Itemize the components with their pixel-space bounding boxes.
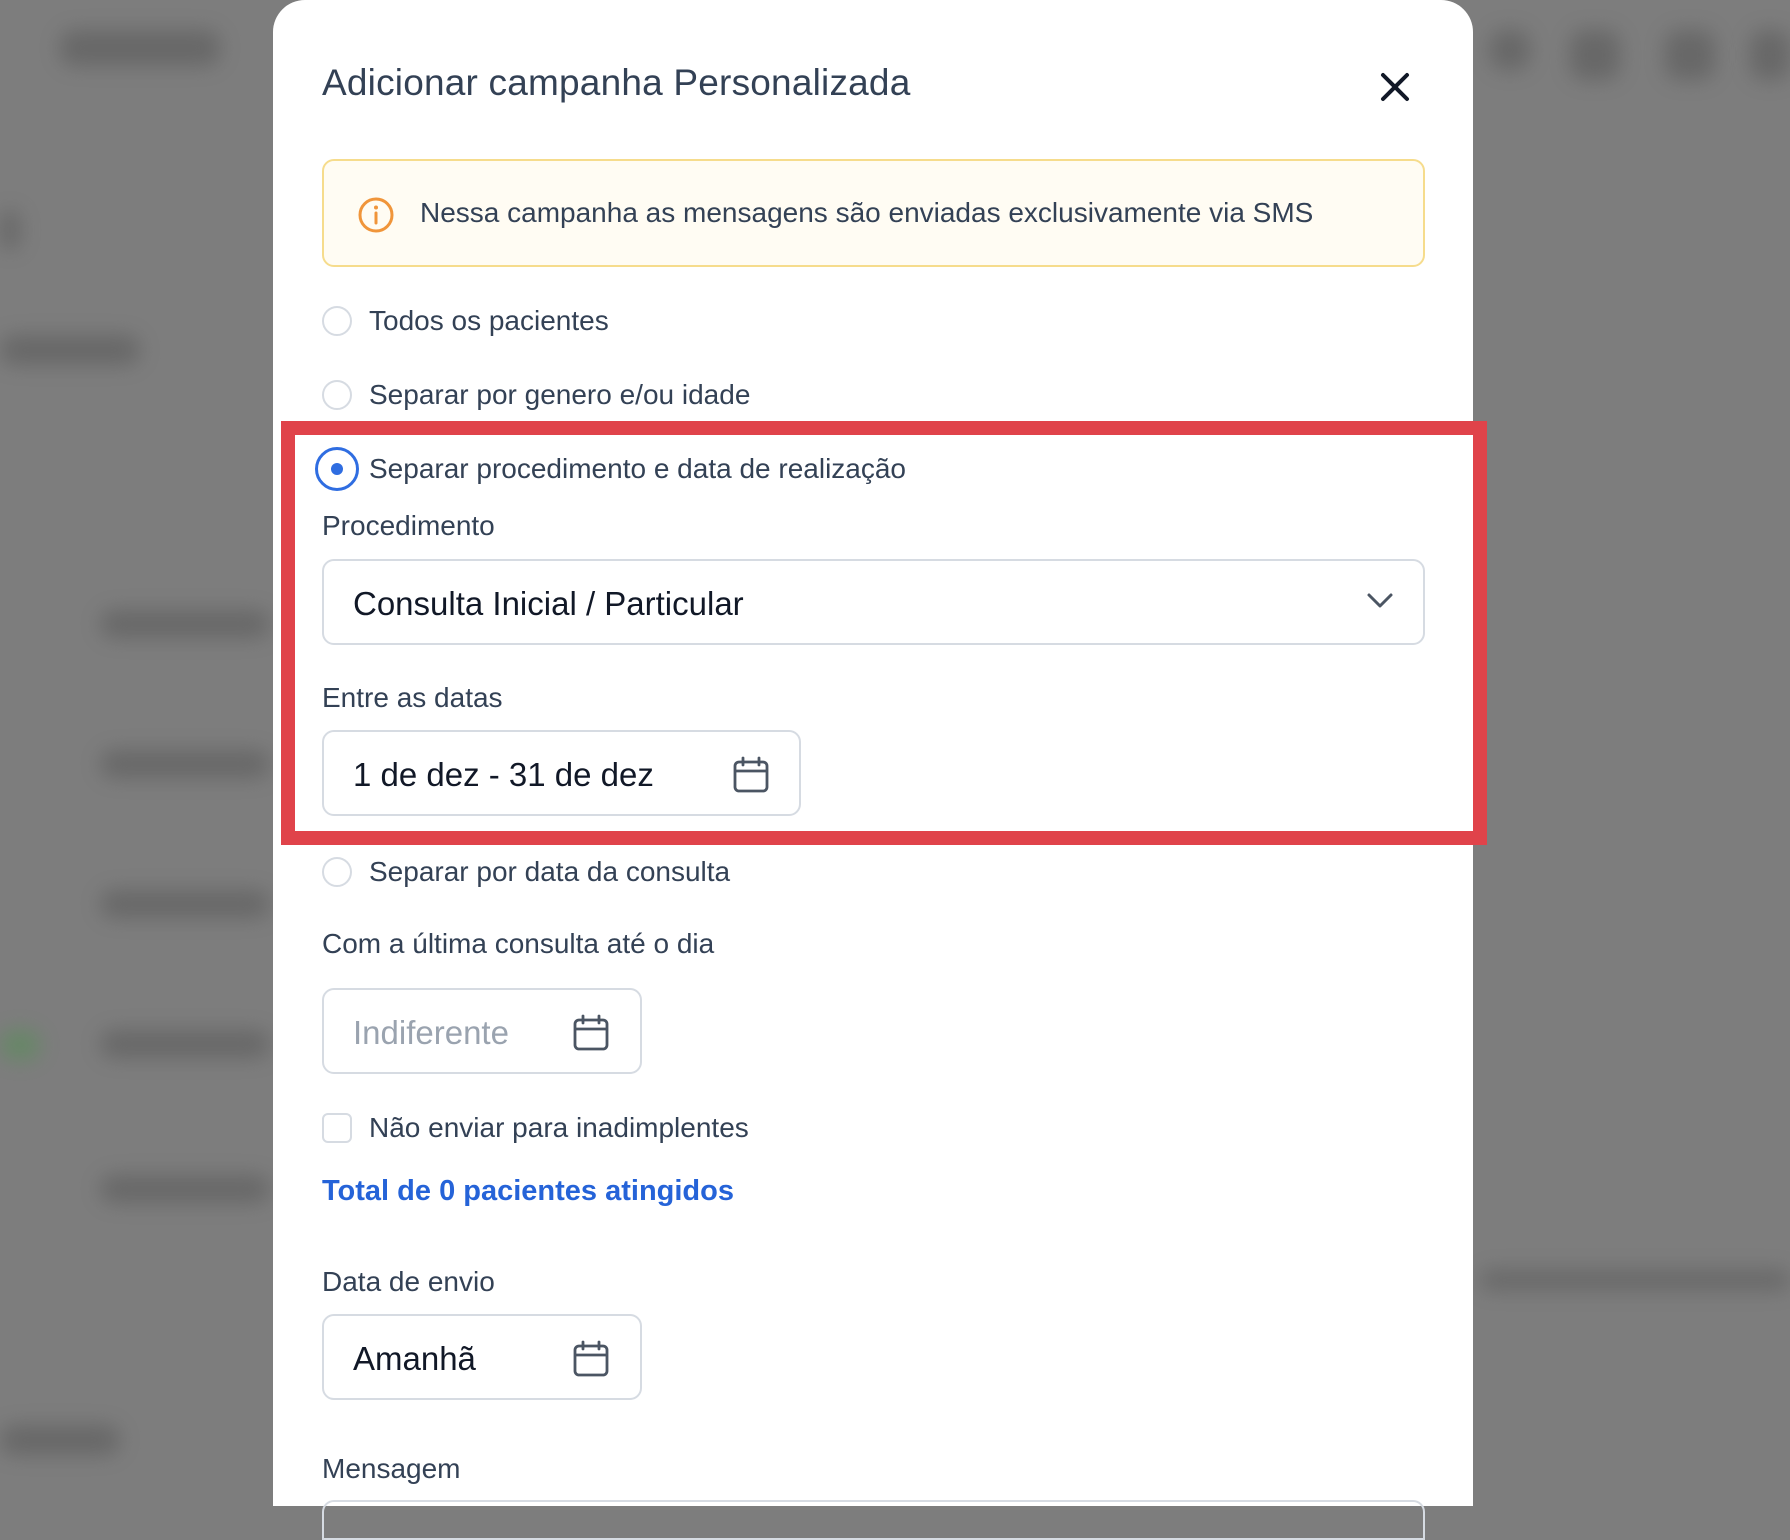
radio-button[interactable] bbox=[322, 306, 352, 336]
background-blur bbox=[0, 1030, 40, 1060]
radio-label: Separar procedimento e data de realizaçã… bbox=[369, 453, 907, 484]
info-icon bbox=[358, 197, 394, 233]
date-range-picker[interactable]: 1 de dez - 31 de dez bbox=[322, 730, 801, 816]
date-range-label: Entre as datas bbox=[322, 682, 503, 713]
background-blur bbox=[1665, 30, 1715, 80]
message-textarea[interactable] bbox=[322, 1500, 1425, 1540]
last-consult-label: Com a última consulta até o dia bbox=[322, 928, 715, 959]
radio-label: Todos os pacientes bbox=[369, 305, 609, 336]
background-blur bbox=[100, 750, 270, 778]
background-blur bbox=[1570, 30, 1620, 80]
background-blur bbox=[0, 210, 20, 250]
radio-button[interactable] bbox=[322, 857, 352, 887]
background-blur bbox=[60, 30, 220, 66]
radio-gender-age[interactable]: Separar por genero e/ou idade bbox=[322, 375, 750, 415]
radio-consult-date[interactable]: Separar por data da consulta bbox=[322, 852, 730, 892]
close-icon bbox=[1381, 73, 1409, 101]
background-blur bbox=[0, 1425, 120, 1455]
date-range-value: 1 de dez - 31 de dez bbox=[353, 756, 654, 793]
background-blur bbox=[1490, 30, 1530, 70]
background-blur bbox=[100, 890, 270, 918]
chevron-down-icon bbox=[1367, 593, 1393, 608]
last-consult-placeholder: Indiferente bbox=[353, 1014, 509, 1051]
calendar-icon bbox=[573, 1340, 609, 1377]
send-date-value: Amanhã bbox=[353, 1340, 476, 1377]
modal-title: Adicionar campanha Personalizada bbox=[322, 62, 911, 103]
background-blur bbox=[0, 335, 140, 365]
close-button[interactable] bbox=[1375, 67, 1415, 107]
procedure-select[interactable]: Consulta Inicial / Particular bbox=[322, 559, 1425, 645]
message-label: Mensagem bbox=[322, 1453, 461, 1484]
radio-button-selected[interactable] bbox=[315, 447, 359, 491]
campaign-modal: Adicionar campanha Personalizada Nessa c… bbox=[273, 0, 1473, 1540]
background-blur bbox=[1480, 1270, 1790, 1290]
background-blur bbox=[100, 610, 270, 638]
total-patients-link[interactable]: Total de 0 pacientes atingidos bbox=[322, 1175, 734, 1208]
sms-alert: Nessa campanha as mensagens são enviadas… bbox=[322, 159, 1425, 267]
radio-button[interactable] bbox=[322, 380, 352, 410]
radio-label: Separar por genero e/ou idade bbox=[369, 379, 751, 410]
radio-all-patients[interactable]: Todos os pacientes bbox=[322, 301, 609, 341]
no-defaulters-checkbox[interactable] bbox=[322, 1113, 352, 1143]
checkbox-label: Não enviar para inadimplentes bbox=[369, 1112, 749, 1143]
background-blur bbox=[100, 1030, 270, 1058]
radio-label: Separar por data da consulta bbox=[369, 856, 731, 887]
send-date-picker[interactable]: Amanhã bbox=[322, 1314, 642, 1400]
background-blur bbox=[1750, 30, 1790, 80]
calendar-icon bbox=[733, 756, 769, 793]
alert-text: Nessa campanha as mensagens são enviadas… bbox=[420, 197, 1314, 228]
send-date-label: Data de envio bbox=[322, 1266, 495, 1297]
last-consult-date-picker[interactable]: Indiferente bbox=[322, 988, 642, 1074]
procedure-label: Procedimento bbox=[322, 510, 495, 541]
radio-procedure-date[interactable]: Separar procedimento e data de realizaçã… bbox=[315, 447, 907, 491]
background-blur bbox=[100, 1175, 270, 1203]
no-defaulters-checkbox-row[interactable]: Não enviar para inadimplentes bbox=[322, 1108, 749, 1148]
procedure-select-value: Consulta Inicial / Particular bbox=[353, 585, 744, 622]
calendar-icon bbox=[573, 1014, 609, 1051]
